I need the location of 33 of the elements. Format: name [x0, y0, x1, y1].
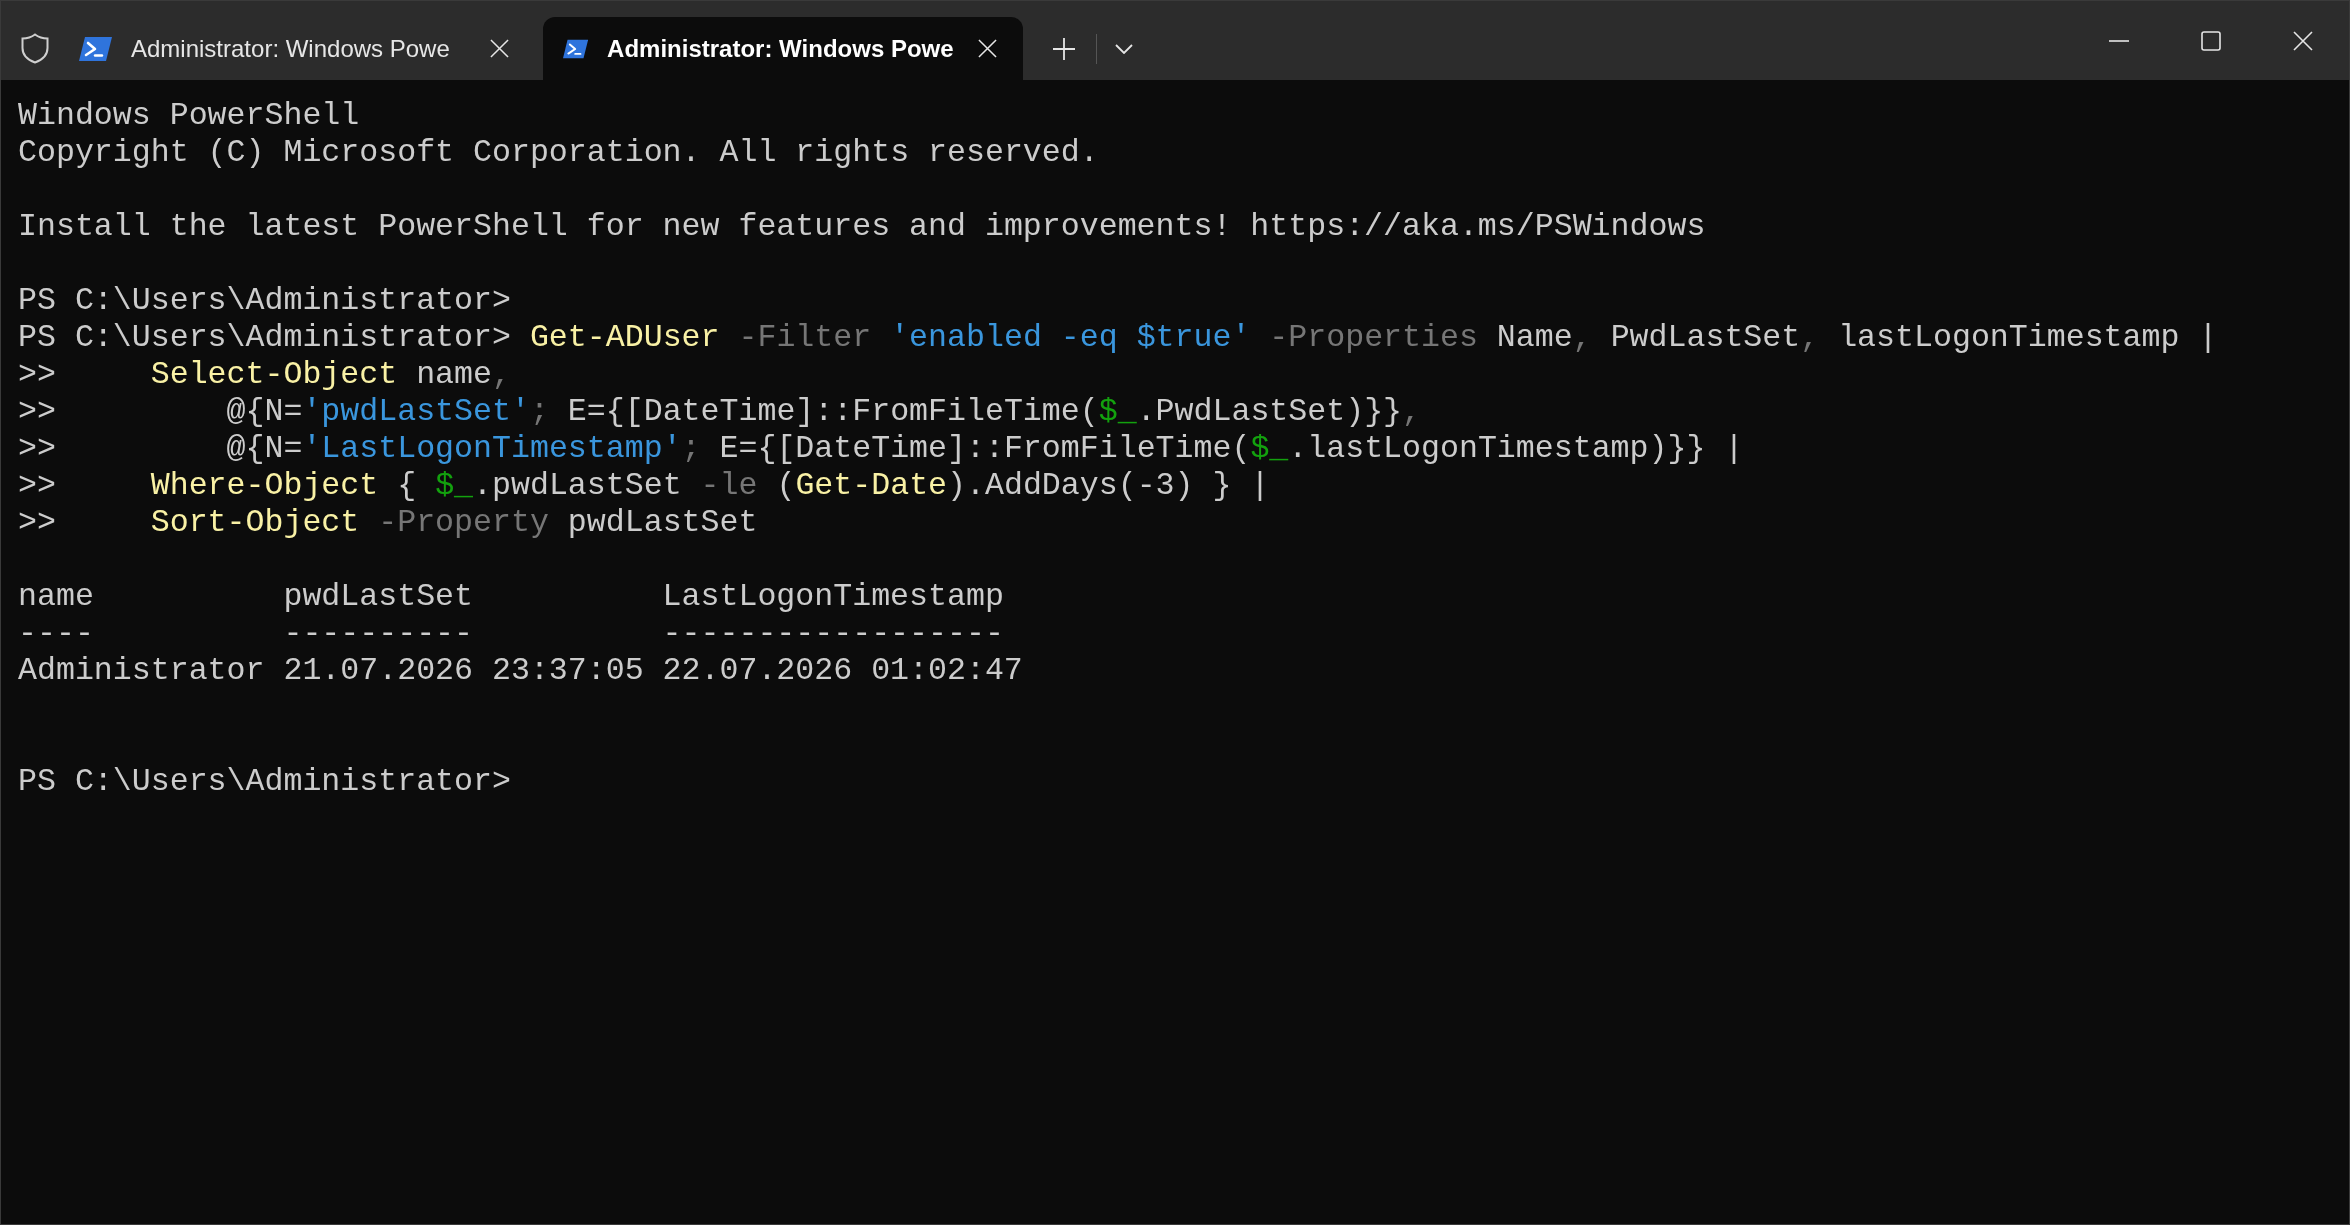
close-icon [2293, 30, 2313, 51]
minimize-icon [2109, 39, 2129, 42]
shield-icon [21, 33, 49, 64]
prompt-line: PS C:\Users\Administrator> [18, 282, 511, 319]
column-header: pwdLastSet [283, 578, 473, 615]
terminal-tab[interactable]: Administrator: Windows Powe [543, 17, 1023, 80]
prompt-line: PS C:\Users\Administrator> [18, 763, 511, 800]
tab-title: Administrator: Windows Powe [131, 34, 450, 63]
tab-title: Administrator: Windows Powe [607, 34, 954, 63]
close-icon [489, 39, 509, 58]
continuation-line: >> Select-Object name, [18, 356, 511, 393]
close-icon [978, 39, 998, 58]
continuation-line: >> @{N='pwdLastSet'; E={[DateTime]::FromFileTime($_.PwdLastSet)}}, [18, 393, 1422, 430]
plus-icon [1053, 38, 1075, 60]
terminal-icon [79, 36, 112, 61]
continuation-line: >> Where-Object { $_.pwdLastSet -le (Get-Date).AddDays(-3) } | [18, 467, 1270, 504]
prompt-line: PS C:\Users\Administrator> Get-ADUser -Filter 'enabled -eq $true' -Properties Name, PwdLastSet, lastLogonTimestamp | [18, 319, 2218, 356]
terminal-tab[interactable]: Administrator: Windows Powe [59, 17, 539, 80]
output-text: Install the latest PowerShell for new features and improvements! https://aka.ms/PSWindows [18, 208, 1706, 245]
header-rule-text: ---- [18, 615, 94, 652]
output-text: Windows PowerShell [18, 97, 360, 134]
maximize-icon [2201, 30, 2221, 51]
output-text: Copyright (C) Microsoft Corporation. All rights reserved. [18, 134, 1099, 171]
header-rule-text: ---------- [283, 615, 473, 652]
header-rule-text: ------------------ [662, 615, 1004, 652]
column-header: name [18, 578, 94, 615]
continuation-line: >> @{N='LastLogonTimestamp'; E={[DateTime]::FromFileTime($_.lastLogonTimestamp)}} | [18, 430, 1744, 467]
table-cell: 22.07.2026 01:02:47 [662, 652, 1023, 689]
column-header: LastLogonTimestamp [662, 578, 1004, 615]
table-cell: 21.07.2026 23:37:05 [283, 652, 644, 689]
continuation-line: >> Sort-Object -Property pwdLastSet [18, 504, 758, 541]
chevron-down-icon [1115, 44, 1133, 54]
table-cell: Administrator [18, 652, 265, 689]
